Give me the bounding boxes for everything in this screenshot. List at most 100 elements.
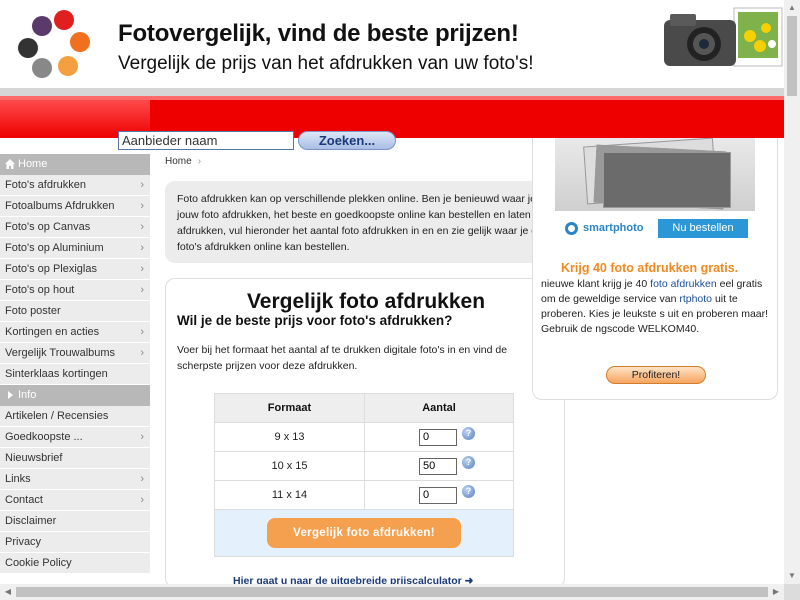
promo-link[interactable]: foto afdrukken [650, 278, 717, 290]
sidebar-item-sinterklaas[interactable]: Sinterklaas kortingen [0, 364, 150, 385]
sidebar-item-label: Nieuwsbrief [5, 452, 63, 464]
sidebar-item-contact[interactable]: Contact › [0, 490, 150, 511]
sidebar-item-links[interactable]: Links › [0, 469, 150, 490]
quantity-input-9x13[interactable] [419, 428, 457, 446]
horizontal-scrollbar[interactable]: ◀ ▶ [0, 584, 784, 600]
profit-button[interactable]: Profiteren! [606, 366, 706, 384]
smartphoto-brand: smartphoto [583, 222, 644, 234]
chevron-right-icon [8, 391, 13, 399]
compare-table: Formaat Aantal 9 x 13 ? 10 x 15 ? 11 x 1… [214, 393, 514, 557]
sidebar-item-label: Fotoalbums Afdrukken [5, 200, 115, 212]
format-cell: 11 x 14 [271, 489, 308, 501]
promo-title: Krijg 40 foto afdrukken gratis. [561, 261, 739, 275]
sidebar-item-canvas[interactable]: Foto's op Canvas › [0, 217, 150, 238]
sidebar-info-label: Info [18, 389, 37, 401]
promo-panel: smartphoto Nu bestellen Krijg 40 foto af… [532, 138, 778, 400]
sidebar-item-kortingen[interactable]: Kortingen en acties › [0, 322, 150, 343]
site-logo[interactable] [18, 10, 98, 80]
sidebar-item-trouwalbums[interactable]: Vergelijk Trouwalbums › [0, 343, 150, 364]
quantity-input-11x14[interactable] [419, 486, 457, 504]
sidebar-item-label: Foto's op Plexiglas [5, 263, 97, 275]
sidebar-item-label: Disclaimer [5, 515, 57, 527]
chevron-right-icon: › [140, 200, 144, 212]
chevron-right-icon: › [140, 431, 144, 443]
scroll-left-icon[interactable]: ◀ [0, 584, 16, 600]
sidebar-item-fotos-afdrukken[interactable]: Foto's afdrukken › [0, 175, 150, 196]
chevron-right-icon: › [140, 221, 144, 233]
help-icon[interactable]: ? [462, 455, 475, 469]
chevron-right-icon: › [140, 326, 144, 338]
promo-link[interactable]: rtphoto [679, 293, 712, 305]
amount-cell: ? [364, 481, 513, 509]
sidebar-item-hout[interactable]: Foto's op hout › [0, 280, 150, 301]
table-row: 9 x 13 ? [215, 422, 513, 451]
chevron-right-icon: › [140, 179, 144, 191]
amount-cell: ? [364, 452, 513, 480]
chevron-right-icon: › [197, 156, 202, 167]
compare-title: Vergelijk foto afdrukken [246, 290, 486, 313]
sidebar-item-goedkoopste[interactable]: Goedkoopste ... › [0, 427, 150, 448]
camera-image [664, 7, 783, 67]
sidebar-nav: Home Foto's afdrukken › Fotoalbums Afdruk… [0, 154, 150, 584]
help-icon[interactable]: ? [462, 484, 475, 498]
format-cell: 9 x 13 [274, 431, 305, 443]
sidebar-home[interactable]: Home [0, 154, 150, 175]
table-row: 10 x 15 ? [215, 451, 513, 480]
logo-dot [32, 58, 52, 78]
vertical-scrollbar[interactable]: ▲ ▼ [784, 0, 800, 584]
scroll-down-icon[interactable]: ▼ [784, 568, 800, 584]
breadcrumb-home[interactable]: Home [165, 156, 192, 167]
promo-text-part: nieuwe klant krijg je 40 [541, 278, 651, 290]
search-button[interactable]: Zoeken... [298, 131, 396, 150]
scroll-right-icon[interactable]: ▶ [768, 584, 784, 600]
sidebar-item-label: Vergelijk Trouwalbums [5, 347, 116, 359]
promo-text: nieuwe klant krijg je 40 foto afdrukken … [541, 277, 777, 337]
photo-stack-image [555, 138, 755, 211]
scroll-thumb[interactable] [787, 16, 797, 96]
sidebar-item-artikelen[interactable]: Artikelen / Recensies [0, 406, 150, 427]
intro-box: Foto afdrukken kan op verschillende plek… [165, 181, 565, 263]
photo-print [603, 152, 731, 208]
sidebar-item-privacy[interactable]: Privacy [0, 532, 150, 553]
compare-panel: Vergelijk foto afdrukken Wil je de beste… [165, 278, 565, 588]
quantity-input-10x15[interactable] [419, 457, 457, 475]
sidebar-item-nieuwsbrief[interactable]: Nieuwsbrief [0, 448, 150, 469]
sidebar-item-aluminium[interactable]: Foto's op Aluminium › [0, 238, 150, 259]
sidebar-item-fotoalbums[interactable]: Fotoalbums Afdrukken › [0, 196, 150, 217]
sidebar-item-label: Artikelen / Recensies [5, 410, 109, 422]
chevron-right-icon: › [140, 347, 144, 359]
sidebar-item-disclaimer[interactable]: Disclaimer [0, 511, 150, 532]
sidebar-item-label: Foto's op Aluminium [5, 242, 104, 254]
sidebar-item-label: Foto's op Canvas [5, 221, 91, 233]
sidebar-item-label: Cookie Policy [5, 557, 72, 569]
help-icon[interactable]: ? [462, 426, 475, 440]
sidebar-item-label: Privacy [5, 536, 42, 548]
sidebar-item-label: Foto poster [5, 305, 61, 317]
sidebar-home-label: Home [18, 158, 48, 170]
table-footer: Vergelijk foto afdrukken! [215, 509, 513, 556]
logo-dot [18, 38, 38, 58]
chevron-right-icon: › [140, 473, 144, 485]
table-row: 11 x 14 ? [215, 480, 513, 509]
chevron-right-icon: › [140, 494, 144, 506]
column-header-amount: Aantal [364, 394, 513, 422]
search-input[interactable] [118, 131, 294, 150]
home-icon [5, 159, 15, 169]
logo-dot [54, 10, 74, 30]
sidebar-info[interactable]: Info [0, 385, 150, 406]
sidebar-item-plexiglas[interactable]: Foto's op Plexiglas › [0, 259, 150, 280]
scroll-up-icon[interactable]: ▲ [784, 0, 800, 16]
smartphoto-logo-icon [565, 222, 578, 235]
breadcrumb: Home › [165, 156, 201, 167]
compare-button[interactable]: Vergelijk foto afdrukken! [267, 518, 461, 548]
sidebar-item-cookie-policy[interactable]: Cookie Policy [0, 553, 150, 574]
sidebar-item-label: Contact [5, 494, 43, 506]
sidebar-item-poster[interactable]: Foto poster [0, 301, 150, 322]
scroll-thumb[interactable] [16, 587, 768, 597]
logo-dot [58, 56, 78, 76]
site-title: Fotovergelijk, vind de beste prijzen! [118, 20, 519, 47]
order-button[interactable]: Nu bestellen [658, 219, 748, 238]
site-subtitle: Vergelijk de prijs van het afdrukken van… [118, 53, 534, 74]
format-cell: 10 x 15 [271, 460, 308, 472]
amount-cell: ? [364, 423, 513, 451]
